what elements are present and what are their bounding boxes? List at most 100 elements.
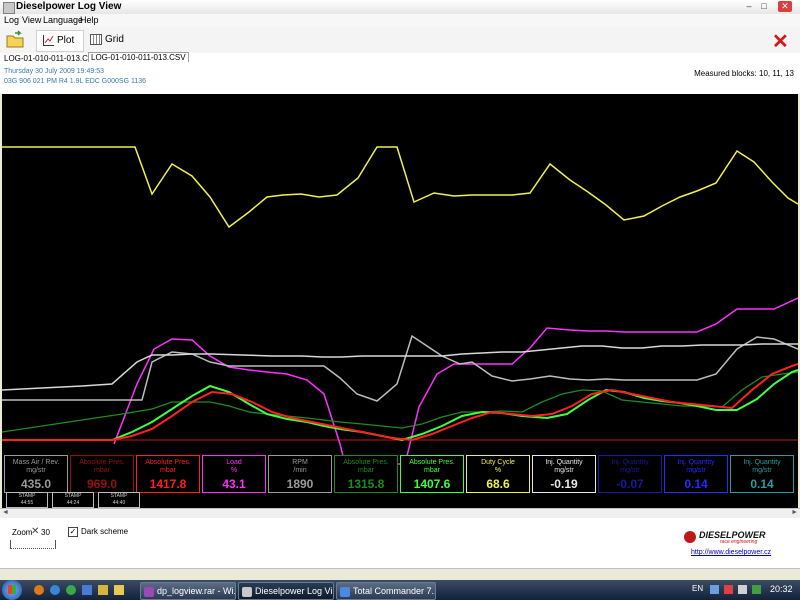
task-winrar[interactable]: dp_logview.rar - Wi... [140,582,236,600]
stamp-3[interactable]: STAMP 44:40 [98,492,140,508]
channel-box-7[interactable]: Absolute Pres. mbar 1407.6 [400,455,464,493]
maximize-button[interactable]: □ [757,1,771,12]
winrar-icon [144,586,154,597]
task-totalcmd[interactable]: Total Commander 7.... [336,582,436,600]
channel-12-value: 0.14 [750,477,774,491]
channel-box-12[interactable]: Inj. Quantity mg/str 0.14 [730,455,794,493]
zoom-x-icon: ✕ [31,526,40,537]
channel-12-name: Inj. Quantity [743,459,781,466]
taskbar: dp_logview.rar - Wi... Dieselpower Log V… [0,580,800,600]
app-icon [3,2,15,14]
logo-emblem-icon [684,531,696,543]
channel-7-unit: mbar [424,467,440,474]
scroll-left-icon[interactable]: ◄ [2,509,9,516]
clock[interactable]: 20:32 [770,584,793,594]
load-line [113,297,798,465]
log-plot[interactable] [2,94,798,508]
task-logview[interactable]: Dieselpower Log Vi... [238,582,334,600]
tray-app-icon[interactable] [752,585,761,594]
logview-icon [242,586,252,597]
stamp-2[interactable]: STAMP 44:24 [52,492,94,508]
tray-network-icon[interactable] [710,585,719,594]
measured-blocks: Measured blocks: 10, 11, 13 [694,69,794,78]
logo-sub-text: race engineering [720,539,758,545]
close-log-icon[interactable]: ✕ [772,29,789,54]
channel-8-name: Duty Cycle [481,459,515,466]
channel-2-unit: mbar [94,467,110,474]
menu-language[interactable]: Language [43,15,83,25]
channel-box-5[interactable]: RPM /min 1890 [268,455,332,493]
quicklaunch-desktop-icon[interactable] [82,585,92,595]
channel-5-value: 1890 [286,477,314,491]
zoom-value: 30 [41,528,50,537]
channel-1-unit: mg/str [26,467,46,474]
quicklaunch-media-icon[interactable] [66,585,76,595]
scroll-right-icon[interactable]: ► [791,509,798,516]
open-folder-icon [6,30,24,48]
stamp-2-label: STAMP [64,493,82,499]
channel-3-value: 1417.8 [149,477,187,491]
channel-4-unit: % [230,467,238,474]
channel-9-unit: mg/str [554,467,574,474]
channel-3-name: Absolute Pres. [145,459,191,466]
channel-box-3[interactable]: Absolute Pres. mbar 1417.8 [136,455,200,493]
quicklaunch-ie-icon[interactable] [50,585,60,595]
stamp-1[interactable]: STAMP 44:55 [6,492,48,508]
zoom-label: Zoom [12,528,33,537]
tray-volume-icon[interactable] [738,585,747,594]
quicklaunch-firefox-icon[interactable] [34,585,44,595]
open-button[interactable] [4,30,28,50]
menu-log[interactable]: Log [4,15,19,25]
total-commander-icon [340,586,350,597]
window-close-button[interactable]: ✕ [778,1,792,12]
start-button[interactable] [2,580,22,600]
channel-box-6[interactable]: Absolute Pres. mbar 1315.8 [334,455,398,493]
task-logview-label: Dieselpower Log Vi... [255,586,334,596]
dark-scheme-checkbox[interactable]: ✓ [68,527,78,537]
channel-12-unit: mg/str [752,467,772,474]
channel-5-name: RPM [292,459,308,466]
channel-10-name: Inj. Quantity [611,459,649,466]
channel-6-unit: mbar [358,467,374,474]
channel-7-name: Absolute Pres. [409,459,455,466]
channel-10-unit: mg/str [620,467,640,474]
zoom-slider[interactable] [10,540,56,549]
tray-security-icon[interactable] [724,585,733,594]
language-indicator[interactable]: EN [692,584,703,593]
dark-scheme-label: Dark scheme [81,527,129,536]
toolbar: Plot Grid ✕ [0,27,800,54]
channel-box-11[interactable]: Inj. Quantity mg/str 0.14 [664,455,728,493]
stamp-1-value: 44:55 [20,500,34,506]
dieselpower-logo: DIESELPOWER race engineering [684,530,778,546]
window-title: Dieselpower Log View [16,1,122,12]
channel-box-2[interactable]: Absolute Pres. mbar 969.0 [70,455,134,493]
channel-2-name: Absolute Pres. [79,459,125,466]
channel-1-value: 435.0 [20,477,52,491]
doc-tab-2[interactable]: LOG-01-010-011-013.CSV [88,52,189,62]
document-tabs: LOG-01-010-011-013.CSV LOG-01-010-011-01… [0,52,800,67]
channel-box-8[interactable]: Duty Cycle % 68.6 [466,455,530,493]
tab-grid-label: Grid [105,34,124,45]
channel-box-1[interactable]: Mass Air / Rev. mg/str 435.0 [4,455,68,493]
quicklaunch-app-icon[interactable] [98,585,108,595]
channel-10-value: -0.07 [616,477,644,491]
tab-plot[interactable]: Plot [36,30,84,52]
menu-help[interactable]: Help [80,15,99,25]
channel-box-10[interactable]: Inj. Quantity mg/str -0.07 [598,455,662,493]
stamp-3-label: STAMP [110,493,128,499]
channel-box-9[interactable]: Inj. Quantity mg/str -0.19 [532,455,596,493]
channel-6-value: 1315.8 [347,477,385,491]
channel-box-4[interactable]: Load % 43.1 [202,455,266,493]
website-link[interactable]: http://www.dieselpower.cz [691,549,771,556]
minimize-button[interactable]: – [742,1,756,12]
bottom-panel: Zoom ✕ 30 ✓ Dark scheme DIESELPOWER race… [0,518,800,568]
quicklaunch-folder-icon[interactable] [114,585,124,595]
duty-cycle-line [2,146,798,229]
doc-tab-1[interactable]: LOG-01-010-011-013.CSV [2,54,101,63]
tab-grid[interactable]: Grid [88,30,128,50]
info-panel: Thursday 30 July 2009 19:49:53 03G 906 0… [0,66,800,94]
channel-1-name: Mass Air / Rev. [12,459,60,466]
channel-11-name: Inj. Quantity [677,459,715,466]
menu-bar: Log View Language Help [0,14,800,27]
menu-view[interactable]: View [22,15,41,25]
